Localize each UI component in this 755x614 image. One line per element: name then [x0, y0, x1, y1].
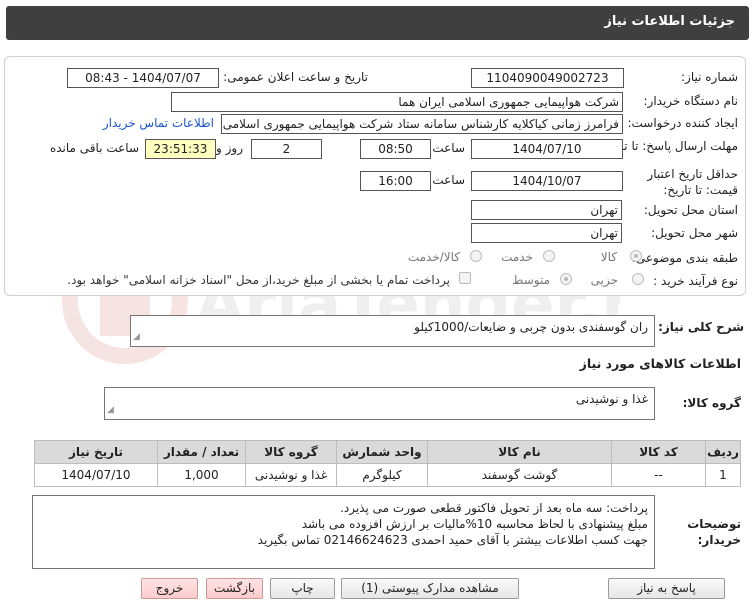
column-header: تاریخ نیاز	[34, 440, 158, 464]
buyer-notes-field: پرداخت: سه ماه بعد از تحویل فاکتور قطعی …	[32, 495, 655, 569]
announce-datetime-field: 1404/07/07 - 08:43	[67, 68, 219, 88]
table-cell: کیلوگرم	[336, 463, 428, 487]
remaining-time-field: 23:51:33	[145, 139, 216, 159]
need-number-field: 1104090049002723	[471, 68, 624, 88]
province-field: تهران	[471, 200, 622, 220]
table-header-row: ردیف کد کالا نام کالا واحد شمارش گروه کا…	[34, 440, 741, 464]
exit-button[interactable]: خروج	[141, 578, 198, 599]
view-attachments-button[interactable]: مشاهده مدارک پیوستی (1)	[341, 578, 519, 599]
category-option-goods: کالا	[600, 250, 617, 264]
city-label: شهر محل تحویل:	[651, 226, 738, 240]
treasury-payment-checkbox[interactable]	[459, 272, 471, 284]
table-row: 1 -- گوشت گوسفند کیلوگرم غذا و نوشیدنی 1…	[34, 463, 741, 487]
table-cell: غذا و نوشیدنی	[245, 463, 337, 487]
summary-field: ران گوسفندی بدون چربی و ضایعات/1000کیلو …	[130, 315, 655, 347]
days-label: روز و	[216, 141, 243, 155]
validity-date-field: 1404/10/07	[471, 171, 623, 191]
buyer-notes-line: پرداخت: سه ماه بعد از تحویل فاکتور قطعی …	[340, 501, 648, 515]
process-option-minor: جزیی	[590, 273, 618, 287]
column-header: نام کالا	[427, 440, 612, 464]
column-header: واحد شمارش	[336, 440, 428, 464]
page-header: جزئیات اطلاعات نیاز	[6, 6, 749, 40]
validity-time-label: ساعت	[432, 173, 465, 187]
goods-table: ردیف کد کالا نام کالا واحد شمارش گروه کا…	[34, 440, 741, 487]
days-left-field: 2	[251, 139, 322, 159]
city-field: تهران	[471, 223, 622, 243]
resize-grip-icon[interactable]: ◢	[107, 403, 114, 418]
process-radio-minor[interactable]	[632, 273, 644, 285]
buyer-org-label: نام دستگاه خریدار:	[643, 94, 739, 108]
buyer-org-field: شرکت هواپیمایی جمهوری اسلامی ایران هما	[171, 92, 623, 112]
announce-datetime-label: تاریخ و ساعت اعلان عمومی:	[223, 70, 368, 84]
category-radio-service[interactable]	[543, 250, 555, 262]
resize-grip-icon[interactable]: ◢	[133, 330, 140, 345]
creator-label: ایجاد کننده درخواست:	[627, 116, 738, 130]
remaining-time-label: ساعت باقی مانده	[49, 141, 139, 155]
province-label: استان محل تحویل:	[643, 203, 738, 217]
table-cell: 1,000	[157, 463, 246, 487]
category-radio-goods[interactable]	[630, 250, 642, 262]
reply-time-label: ساعت	[432, 141, 465, 155]
column-header: گروه کالا	[245, 440, 337, 464]
category-option-service: خدمت	[501, 250, 533, 264]
validity-time-field: 16:00	[360, 171, 431, 191]
column-header: کد کالا	[611, 440, 706, 464]
process-option-medium: متوسط	[512, 273, 550, 287]
goods-group-text: غذا و نوشیدنی	[575, 392, 648, 406]
page-title: جزئیات اطلاعات نیاز	[604, 14, 735, 29]
creator-field: فرامرز زمانی کیاکلایه کارشناس سامانه ستا…	[221, 114, 623, 134]
reply-button[interactable]: پاسخ به نیاز	[608, 578, 725, 599]
buyer-notes-line: جهت کسب اطلاعات بیشتر با آقای حمید احمدی…	[257, 533, 648, 547]
table-cell: گوشت گوسفند	[427, 463, 612, 487]
table-cell: 1404/07/10	[34, 463, 158, 487]
back-button[interactable]: بازگشت	[206, 578, 263, 599]
need-number-label: شماره نیاز:	[681, 70, 738, 84]
category-label: طبقه بندی موضوعی:	[631, 251, 738, 265]
goods-section-title: اطلاعات کالاهای مورد نیاز	[579, 356, 741, 371]
process-radio-medium[interactable]	[560, 273, 572, 285]
column-header: تعداد / مقدار	[157, 440, 246, 464]
summary-label: شرح کلی نیاز:	[658, 320, 744, 334]
summary-text: ران گوسفندی بدون چربی و ضایعات/1000کیلو	[414, 320, 648, 334]
price-validity-label: حداقل تاریخ اعتبار قیمت: تا تاریخ:	[647, 167, 738, 197]
category-radio-goods-service[interactable]	[470, 250, 482, 262]
goods-group-label: گروه کالا:	[682, 396, 741, 410]
category-option-goods-service: کالا/خدمت	[407, 250, 460, 264]
treasury-payment-note: پرداخت تمام یا بخشی از مبلغ خرید،از محل …	[67, 273, 450, 287]
table-cell: 1	[705, 463, 741, 487]
process-type-label: نوع فرآیند خرید :	[653, 274, 738, 288]
buyer-contact-link[interactable]: اطلاعات تماس خریدار	[103, 116, 214, 130]
column-header: ردیف	[705, 440, 741, 464]
reply-time-field: 08:50	[360, 139, 431, 159]
print-button[interactable]: چاپ	[270, 578, 335, 599]
buyer-notes-label: توضیحات خریدار:	[687, 517, 741, 547]
goods-group-field: غذا و نوشیدنی ◢	[104, 387, 655, 420]
table-cell: --	[611, 463, 706, 487]
buyer-notes-line: مبلغ پیشنهادی با لحاظ محاسبه 10%مالیات ب…	[301, 517, 648, 531]
reply-date-field: 1404/07/10	[471, 139, 623, 159]
